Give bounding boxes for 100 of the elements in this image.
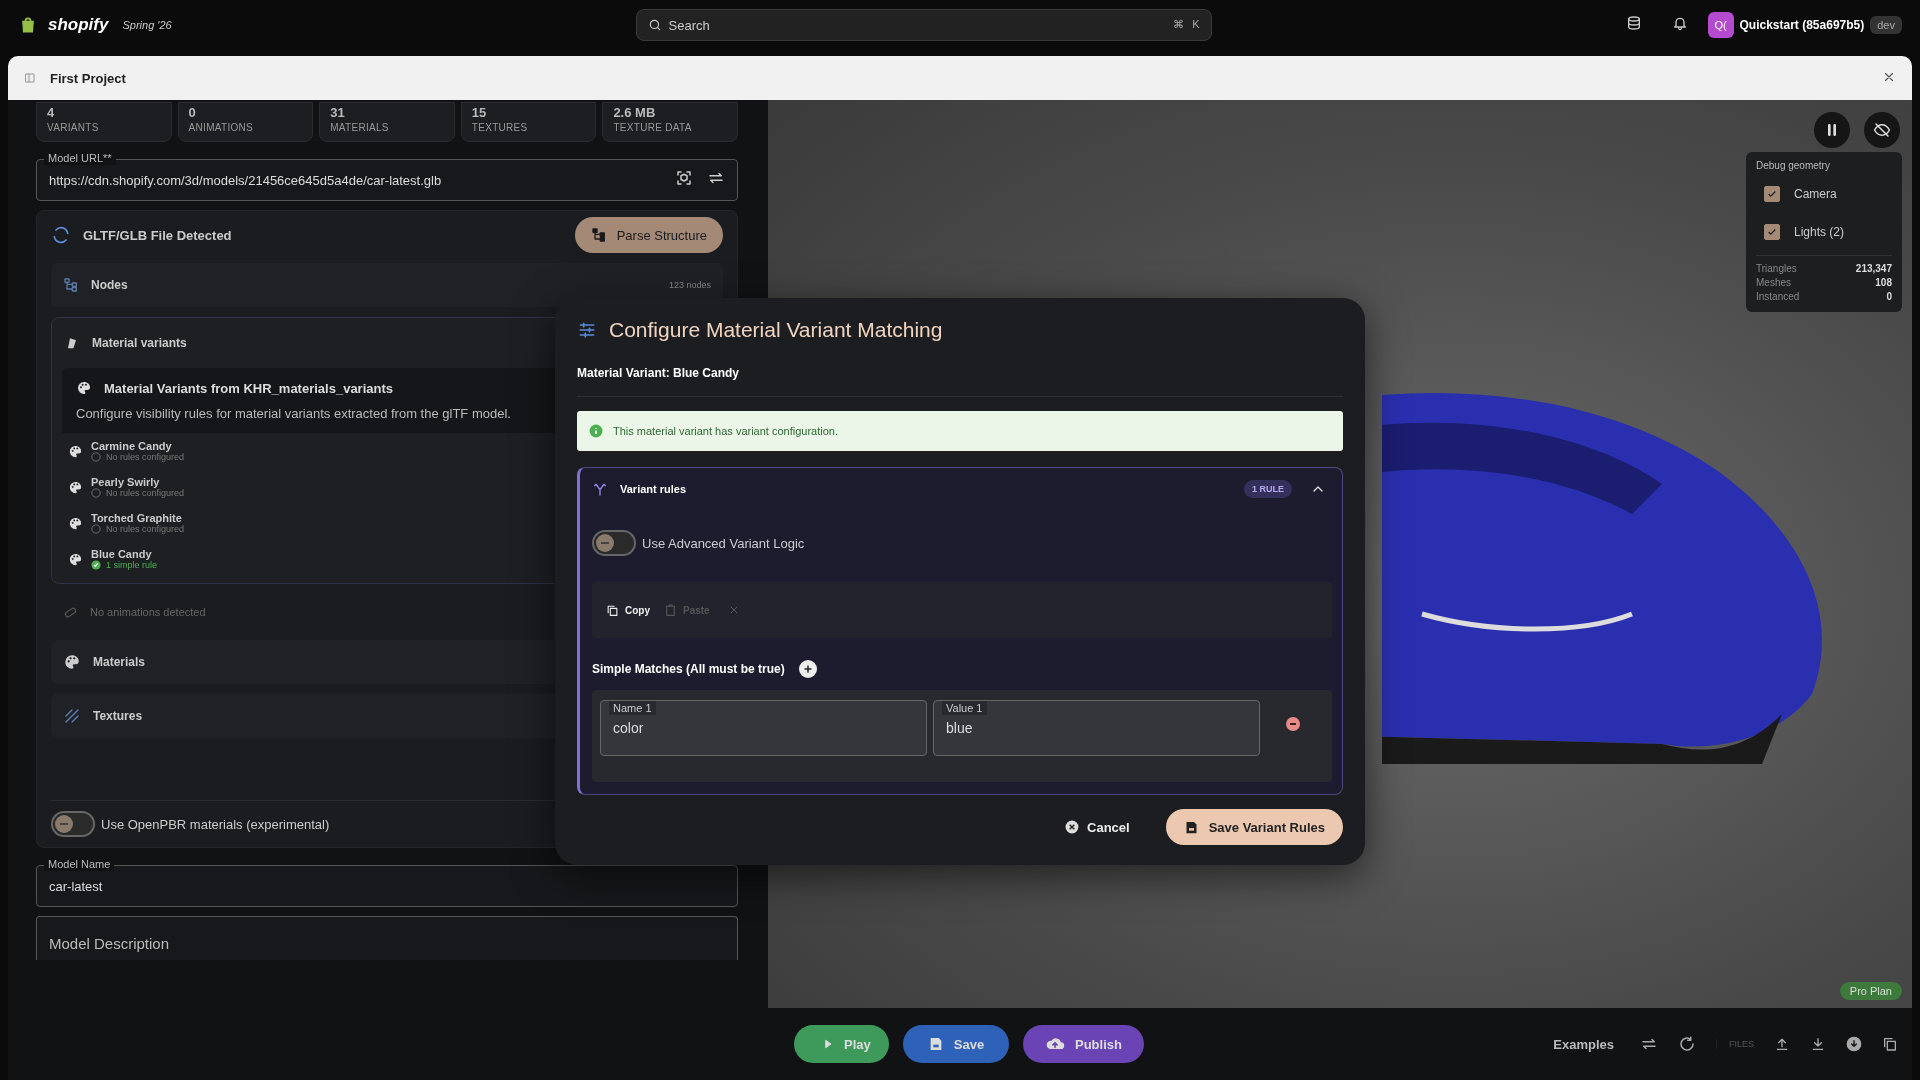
checkbox-label: Lights (2) xyxy=(1794,225,1845,239)
rotate-3d-icon xyxy=(51,225,71,245)
download-circle-icon xyxy=(1846,1036,1862,1052)
stat-label: ANIMATIONS xyxy=(188,122,255,133)
gltf-title: GLTF/GLB File Detected xyxy=(83,227,232,243)
remove-button[interactable] xyxy=(1286,717,1300,731)
palette-icon xyxy=(63,653,81,671)
panel-title: Material variants xyxy=(92,336,187,350)
examples-button[interactable]: Examples xyxy=(1547,1035,1620,1053)
stat-label: TEXTURE DATA xyxy=(613,122,693,133)
field-label: Name 1 xyxy=(609,701,656,715)
play-icon xyxy=(822,1038,834,1050)
nodes-label: Nodes xyxy=(91,278,128,292)
stat-value: 4 xyxy=(47,105,56,120)
section-label: Materials xyxy=(93,655,146,669)
bell-icon xyxy=(1671,15,1688,31)
hierarchy-icon xyxy=(63,277,79,293)
stat-value: 0 xyxy=(188,105,197,120)
database-icon xyxy=(1625,15,1642,31)
add-match-button[interactable] xyxy=(798,660,817,678)
window-title: First Project xyxy=(50,70,126,86)
stat-label: Instanced xyxy=(1756,290,1800,304)
openpbr-toggle[interactable] xyxy=(51,811,95,837)
stat-label: TEXTURES xyxy=(471,122,529,133)
cancel-button[interactable]: Cancel xyxy=(1059,818,1136,836)
node-count: 123 nodes xyxy=(668,280,711,290)
stat-label: Meshes xyxy=(1756,276,1791,290)
sidebar-icon xyxy=(24,72,36,84)
release-label: Spring '26 xyxy=(122,19,172,31)
model-description-field[interactable]: Model Description xyxy=(36,916,738,960)
rules-title: Variant rules xyxy=(620,483,687,495)
check-icon xyxy=(1767,227,1777,237)
copy-button[interactable]: Copy xyxy=(606,603,650,617)
palette-icon xyxy=(68,443,83,459)
stat-label: VARIANTS xyxy=(47,122,100,133)
checkbox-label: Camera xyxy=(1794,187,1837,201)
variant-label: Material Variant: Blue Candy xyxy=(577,348,1343,397)
nodes-row[interactable]: Nodes 123 nodes xyxy=(51,263,723,307)
debug-title: Debug geometry xyxy=(1756,160,1831,171)
palette-icon xyxy=(68,551,83,567)
checkbox[interactable] xyxy=(1764,224,1780,240)
variant-status: No rules configured xyxy=(106,524,185,534)
visibility-toggle-button[interactable] xyxy=(1864,112,1900,148)
stat-value: 31 xyxy=(330,105,346,120)
variant-status: No rules configured xyxy=(106,452,185,462)
plus-icon xyxy=(801,663,814,675)
variant-name: Torched Graphite xyxy=(91,512,183,524)
cancel-icon xyxy=(1065,820,1079,834)
rule-count-badge: 1 RULE xyxy=(1244,480,1292,498)
clipboard-icon xyxy=(664,603,677,617)
download-icon xyxy=(1810,1036,1826,1052)
refresh-icon xyxy=(1678,1035,1696,1053)
stat-value: 2.6 MB xyxy=(613,105,657,120)
brand-logo[interactable]: shopify xyxy=(48,15,109,35)
section-label: Textures xyxy=(93,709,143,723)
shortcut-key: K xyxy=(1192,18,1200,31)
info-icon xyxy=(589,424,603,438)
variant-name: Blue Candy xyxy=(91,548,152,560)
field-label: Model URL** xyxy=(44,151,116,165)
stat-value: 15 xyxy=(471,105,488,120)
fork-icon xyxy=(592,481,608,497)
field-label: Value 1 xyxy=(942,701,987,715)
files-label: FILES xyxy=(1716,1039,1754,1049)
field-value: color xyxy=(613,720,644,736)
cube-scan-icon xyxy=(675,169,693,187)
field-value: blue xyxy=(946,720,973,736)
name-field[interactable]: Name 1 color xyxy=(600,700,927,756)
shortcut-key: ⌘ xyxy=(1173,18,1185,31)
pill-icon xyxy=(63,604,78,620)
stat-value: 108 xyxy=(1875,276,1892,290)
parse-structure-button[interactable]: Parse Structure xyxy=(574,217,723,253)
check-icon xyxy=(1767,189,1777,199)
stat-value: 0 xyxy=(1886,290,1892,304)
save-button[interactable]: Save xyxy=(903,1025,1009,1063)
store-avatar[interactable]: Q( xyxy=(1707,12,1734,38)
copy-icon xyxy=(606,603,619,617)
value-field[interactable]: Value 1 blue xyxy=(933,700,1260,756)
toggle-label: Use OpenPBR materials (experimental) xyxy=(101,816,330,832)
dialog-title: Configure Material Variant Matching xyxy=(609,318,943,342)
checkbox[interactable] xyxy=(1764,186,1780,202)
animations-status: No animations detected xyxy=(90,606,206,618)
hierarchy-icon xyxy=(590,227,607,243)
plan-badge: Pro Plan xyxy=(1839,982,1902,1000)
publish-button[interactable]: Publish xyxy=(1023,1025,1144,1063)
pause-button[interactable] xyxy=(1814,112,1850,148)
upload-icon xyxy=(1774,1036,1790,1052)
environment-badge: dev xyxy=(1870,16,1902,34)
field-value: https://cdn.shopify.com/3d/models/21456ce645d5a4de/car-latest.glb xyxy=(49,172,443,188)
palette-icon xyxy=(68,515,83,531)
advanced-logic-toggle[interactable] xyxy=(592,530,636,556)
store-name[interactable]: Quickstart (85a697b5) xyxy=(1739,18,1865,32)
save-rules-button[interactable]: Save Variant Rules xyxy=(1165,809,1343,845)
stat-label: Triangles xyxy=(1756,262,1797,276)
variant-status: 1 simple rule xyxy=(106,560,158,570)
palette-icon xyxy=(76,380,92,396)
variant-name: Carmine Candy xyxy=(91,440,172,452)
toggle-label: Use Advanced Variant Logic xyxy=(642,535,805,551)
variants-description: Configure visibility rules for material variants extracted from the glTF model. xyxy=(76,406,511,421)
stat-label: MATERIALS xyxy=(330,122,390,133)
stat-value: 213,347 xyxy=(1855,262,1892,276)
